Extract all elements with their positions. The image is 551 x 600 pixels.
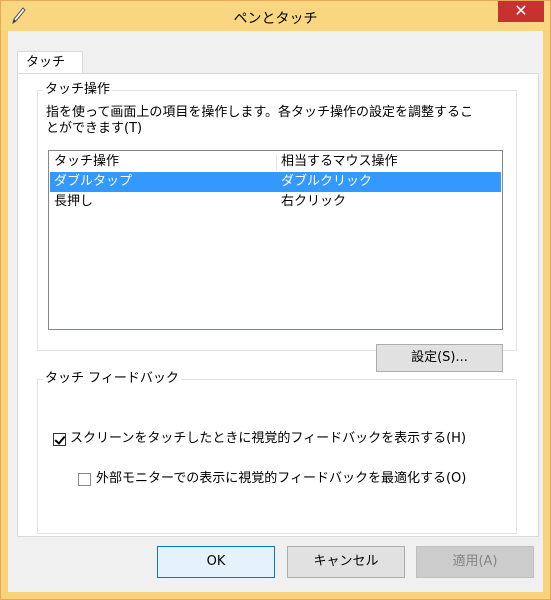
close-button[interactable]: ✕ [498, 1, 544, 22]
touch-operations-list[interactable]: タッチ操作 相当するマウス操作 ダブルタップ ダブルクリック 長押し 右クリック [48, 150, 503, 330]
touch-feedback-group [37, 379, 517, 534]
touch-operations-group-label: タッチ操作 [43, 82, 113, 98]
window-title: ペンとタッチ [233, 11, 318, 27]
dialog-client-area: タッチ タッチ操作 指を使って画面上の項目を操作します。各タッチ操作の設定を調整… [8, 31, 543, 592]
list-item[interactable]: ダブルタップ ダブルクリック [50, 172, 501, 192]
ok-button[interactable]: OK [157, 546, 275, 578]
list-item-action: ダブルタップ [54, 174, 133, 189]
show-feedback-checkbox[interactable] [53, 433, 66, 446]
touch-feedback-group-label: タッチ フィードバック [43, 371, 181, 387]
list-item[interactable]: 長押し 右クリック [50, 192, 501, 212]
tab-panel-touch: タッチ操作 指を使って画面上の項目を操作します。各タッチ操作の設定を調整するこ … [17, 73, 539, 537]
list-header: タッチ操作 相当するマウス操作 [50, 152, 501, 172]
column-header-mouse-action[interactable]: 相当するマウス操作 [281, 152, 397, 172]
tab-touch[interactable]: タッチ [17, 51, 83, 73]
optimize-external-label[interactable]: 外部モニターでの表示に視覚的フィードバックを最適化する(O) [96, 471, 466, 487]
cancel-button[interactable]: キャンセル [287, 546, 405, 578]
list-item-mouse: 右クリック [281, 194, 347, 209]
show-feedback-label[interactable]: スクリーンをタッチしたときに視覚的フィードバックを表示する(H) [70, 431, 466, 447]
touch-operations-description: 指を使って画面上の項目を操作します。各タッチ操作の設定を調整するこ とができます… [46, 105, 474, 136]
optimize-external-checkbox[interactable] [78, 473, 91, 486]
close-icon: ✕ [514, 1, 528, 20]
column-separator[interactable] [276, 154, 277, 170]
apply-button: 適用(A) [416, 546, 534, 578]
settings-button[interactable]: 設定(S)... [376, 344, 503, 372]
title-bar[interactable]: ペンとタッチ ✕ [1, 1, 550, 31]
list-item-action: 長押し [54, 194, 94, 209]
column-header-touch-action[interactable]: タッチ操作 [54, 152, 119, 172]
pen-and-touch-window: ペンとタッチ ✕ タッチ タッチ操作 指を使って画面上の項目を操作します。各タッ… [0, 0, 551, 600]
tab-label: タッチ [26, 55, 66, 70]
list-item-mouse: ダブルクリック [281, 174, 373, 189]
